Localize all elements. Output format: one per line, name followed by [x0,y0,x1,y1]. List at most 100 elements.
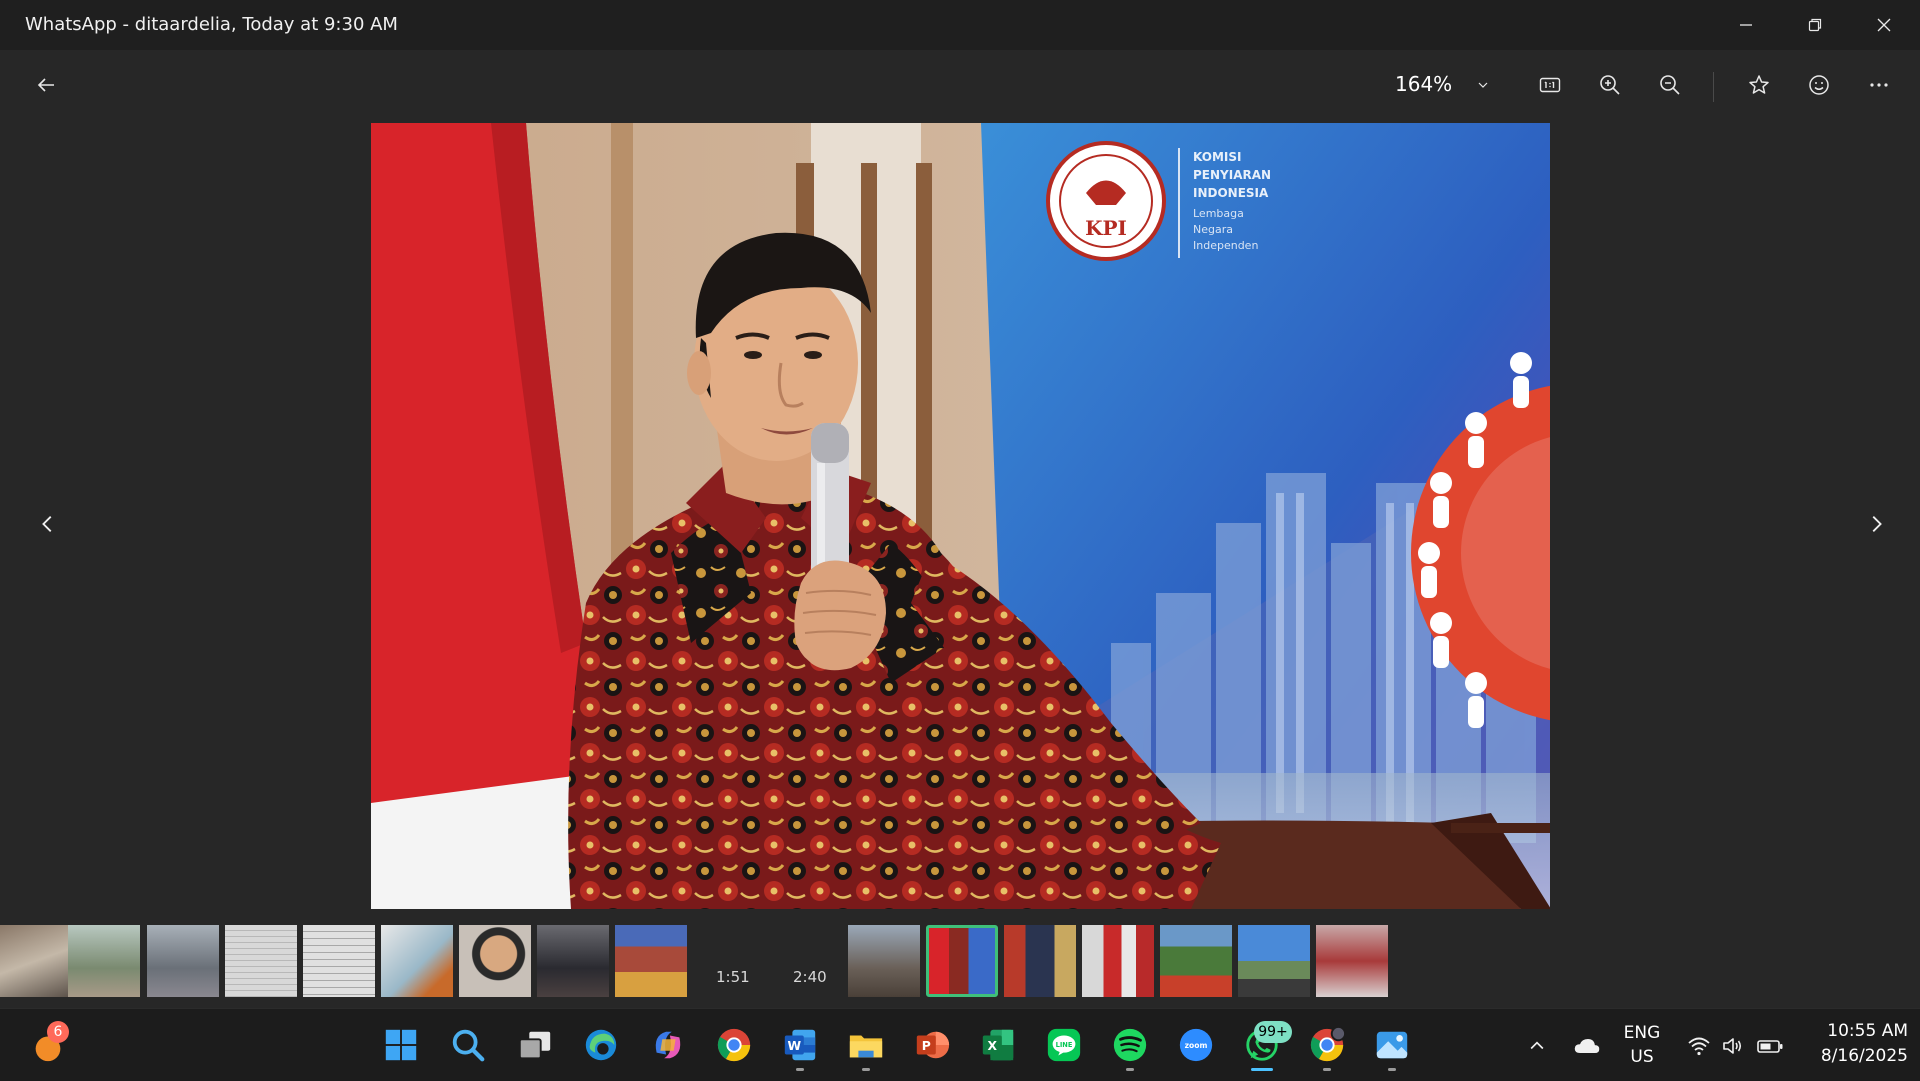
wifi-icon [1688,1037,1710,1056]
filmstrip-thumbnail[interactable] [68,925,140,997]
network-button[interactable] [1684,1031,1714,1061]
taskbar-file-explorer[interactable] [844,1023,888,1067]
volume-button[interactable] [1718,1031,1748,1061]
filmstrip-thumbnail[interactable] [1082,925,1154,997]
show-hidden-icons-button[interactable] [1524,1033,1550,1059]
filmstrip-thumbnail[interactable] [225,925,297,997]
star-icon [1749,75,1769,94]
video-duration[interactable]: 2:40 [793,968,827,986]
onedrive-button[interactable] [1570,1033,1604,1059]
toolbar-divider [1713,72,1714,102]
excel-icon: X [982,1029,1014,1061]
filmstrip-thumbnail[interactable] [1160,925,1232,997]
taskbar-powerpoint[interactable]: P [910,1023,954,1067]
clock-date[interactable]: 8/16/2025 [1796,1046,1908,1066]
whatsapp-badge: 99+ [1254,1021,1292,1043]
battery-button[interactable] [1754,1031,1786,1061]
filmstrip: 1:51 2:40 [0,925,1920,997]
filmstrip-thumbnail[interactable] [1004,925,1076,997]
word-icon: W [784,1029,816,1061]
back-button[interactable] [24,64,68,106]
filmstrip-thumbnail[interactable] [147,925,219,997]
banner-logo-text: KPI [1085,216,1127,240]
line-app-icon: LINE [1047,1028,1081,1062]
taskbar-excel[interactable]: X [976,1023,1020,1067]
zoom-out-button[interactable] [1648,64,1692,106]
video-duration[interactable]: 1:51 [716,968,750,986]
zoom-in-button[interactable] [1588,64,1632,106]
taskbar-chrome[interactable] [712,1023,756,1067]
task-view-button[interactable] [513,1023,557,1067]
window-title: WhatsApp - ditaardelia, Today at 9:30 AM [25,14,398,35]
taskbar-spotify[interactable] [1108,1023,1152,1067]
more-options-button[interactable] [1857,64,1901,106]
zoom-app-label: zoom [1185,1041,1208,1050]
chevron-down-icon [1478,82,1488,88]
filmstrip-thumbnail[interactable] [459,925,531,997]
previous-photo-button[interactable] [28,500,68,548]
notification-badge: 6 [47,1021,69,1043]
copilot-icon [655,1031,681,1059]
restore-icon [1808,18,1822,32]
zoom-level[interactable]: 164% [1395,72,1452,96]
minimize-button[interactable] [1712,0,1780,50]
filmstrip-thumbnail[interactable] [848,925,920,997]
language-line-1[interactable]: ENG [1620,1023,1664,1043]
svg-text:LINE: LINE [1056,1041,1073,1049]
title-bar: WhatsApp - ditaardelia, Today at 9:30 AM [0,0,1920,50]
filmstrip-thumbnail-selected[interactable] [926,925,998,997]
filmstrip-thumbnail[interactable] [0,925,72,997]
filmstrip-thumbnail[interactable] [615,925,687,997]
chevron-up-icon [1530,1041,1544,1050]
minimize-icon [1740,24,1752,26]
taskbar: 6 W P X LINE zoom 99+ ENG US 10:55 AM 8/… [0,1008,1920,1081]
restore-button[interactable] [1781,0,1849,50]
zoom-in-icon [1600,75,1620,95]
speaker-icon [1723,1038,1742,1054]
clock-time[interactable]: 10:55 AM [1796,1021,1908,1041]
actual-size-icon [1539,77,1561,93]
close-icon [1877,18,1891,32]
banner-org-line-2: PENYIARAN [1193,168,1271,182]
search-icon [452,1029,485,1062]
start-button[interactable] [379,1023,423,1067]
emoji-icon [1809,75,1829,95]
filmstrip-thumbnail[interactable] [1316,925,1388,997]
language-line-2[interactable]: US [1620,1047,1664,1067]
folder-icon [849,1035,883,1058]
active-window-indicator [1251,1068,1273,1071]
actual-size-button[interactable] [1528,64,1572,106]
filmstrip-thumbnail[interactable] [1238,925,1310,997]
cloud-icon [1574,1039,1600,1053]
filmstrip-thumbnail[interactable] [303,925,375,997]
taskbar-copilot[interactable] [646,1023,690,1067]
windows-logo-icon [385,1029,417,1061]
filmstrip-thumbnail[interactable] [537,925,609,997]
taskbar-photos[interactable] [1370,1023,1414,1067]
taskbar-word[interactable]: W [778,1023,822,1067]
task-view-icon [518,1031,551,1060]
svg-text:P: P [922,1039,931,1053]
taskbar-edge[interactable] [579,1023,623,1067]
search-button[interactable] [446,1023,490,1067]
running-indicator [1323,1068,1331,1071]
running-indicator [796,1068,804,1071]
taskbar-chrome-profile[interactable] [1305,1023,1349,1067]
next-photo-button[interactable] [1856,500,1896,548]
svg-text:X: X [988,1039,998,1053]
zoom-dropdown[interactable] [1468,70,1498,100]
close-button[interactable] [1850,0,1918,50]
arrow-left-icon [37,78,54,92]
powerpoint-icon: P [916,1031,950,1059]
taskbar-line[interactable]: LINE [1042,1023,1086,1067]
favorite-button[interactable] [1737,64,1781,106]
battery-icon [1757,1040,1783,1053]
react-button[interactable] [1797,64,1841,106]
chrome-icon [717,1028,751,1062]
banner-tagline-line-1: Lembaga [1193,207,1244,220]
taskbar-zoom[interactable]: zoom [1174,1023,1218,1067]
main-photo[interactable]: KPI KOMISI PENYIARAN INDONESIA Lembaga N… [371,123,1550,909]
photo-speaker-image: KPI KOMISI PENYIARAN INDONESIA Lembaga N… [371,123,1550,909]
banner-tagline-line-3: Independen [1193,239,1258,252]
filmstrip-thumbnail[interactable] [381,925,453,997]
